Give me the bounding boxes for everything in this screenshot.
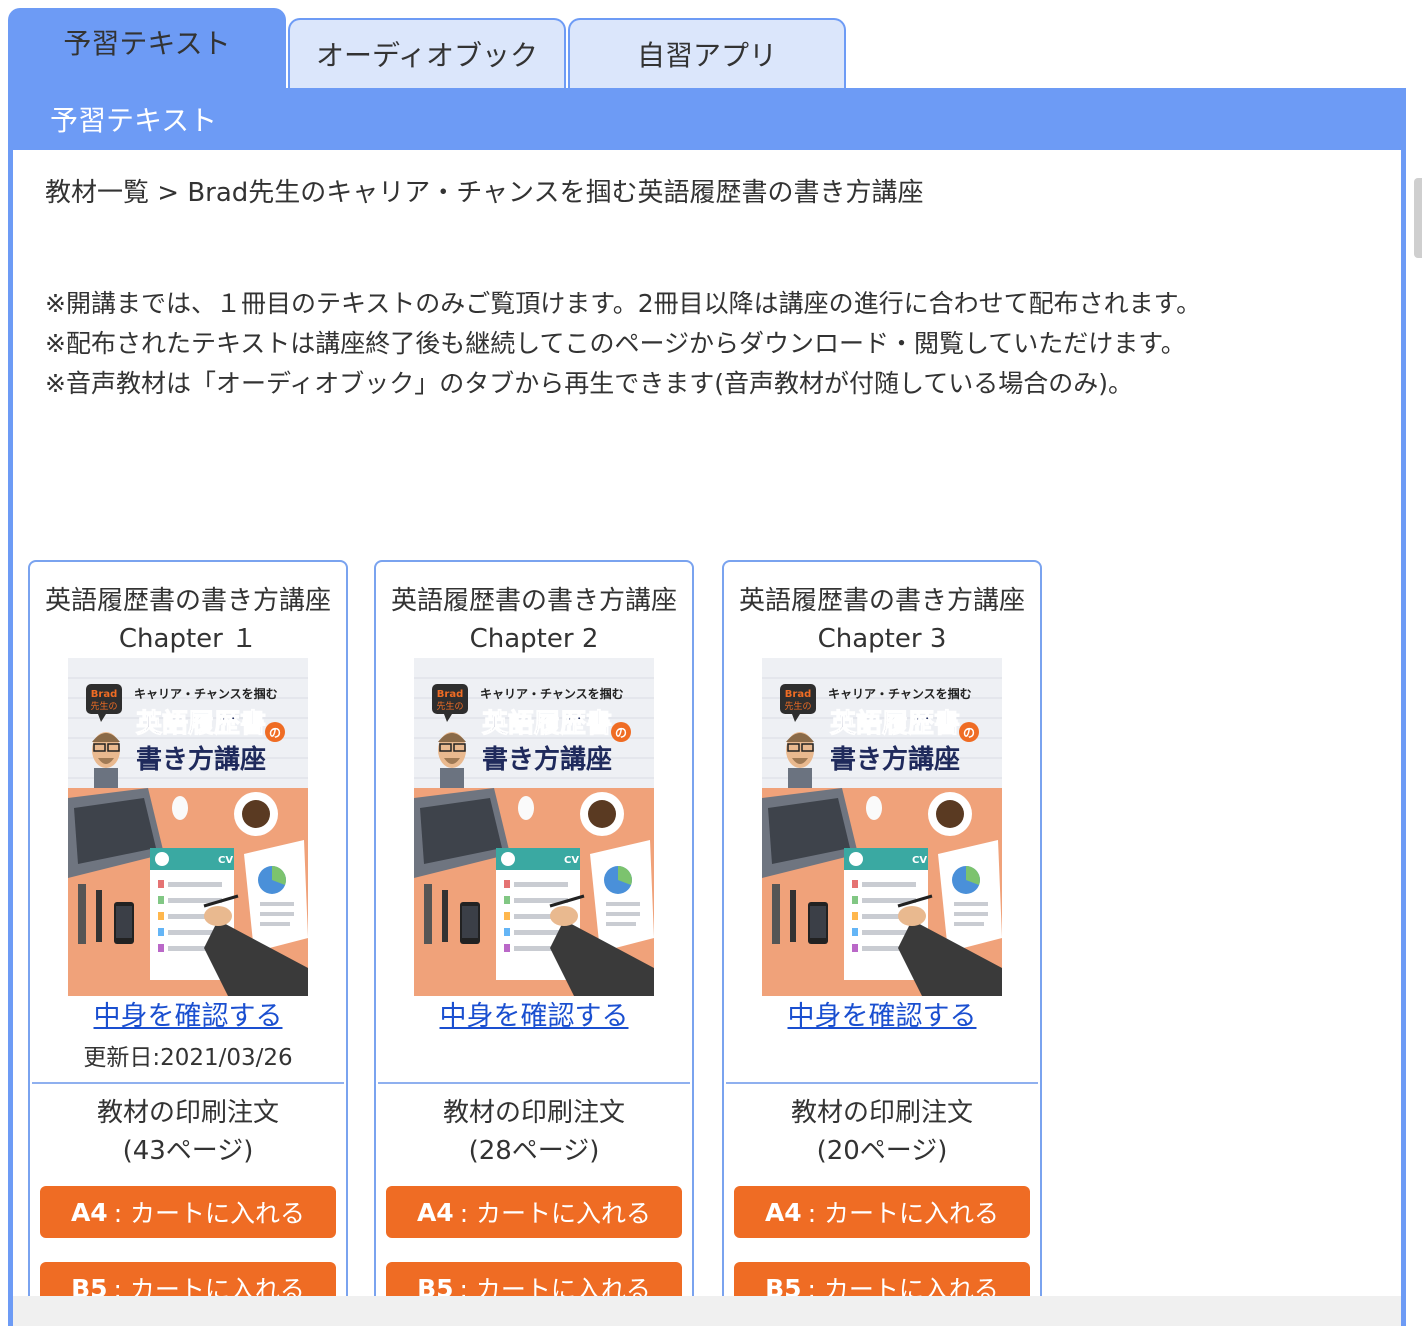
- content-panel: 予習テキスト 教材一覧 > Brad先生のキャリア・チャンスを掴む英語履歴書の書…: [8, 88, 1406, 1326]
- svg-text:の: の: [615, 726, 627, 740]
- card-title: 英語履歴書の書き方講座 Chapter 2: [376, 582, 692, 658]
- svg-text:の: の: [963, 726, 975, 740]
- card-title-line: 英語履歴書の書き方講座: [44, 586, 331, 616]
- scrollbar-thumb[interactable]: [1414, 178, 1422, 258]
- svg-text:の: の: [269, 726, 281, 740]
- tab-audiobook[interactable]: オーディオブック: [288, 18, 566, 88]
- card-chapter: Chapter 3: [817, 624, 947, 654]
- textbook-card: 英語履歴書の書き方講座 Chapter 3 Brad 先生の キャリア・チャンス…: [722, 560, 1042, 1326]
- print-order-section: 教材の印刷注文 (43ページ): [30, 1094, 346, 1170]
- svg-text:書き方講座: 書き方講座: [136, 744, 266, 775]
- svg-text:キャリア・チャンスを掴む: キャリア・チャンスを掴む: [134, 686, 278, 701]
- svg-text:CV: CV: [912, 855, 927, 866]
- print-order-title: 教材の印刷注文: [96, 1098, 279, 1128]
- note-line: ※配布されたテキストは講座終了後も継続してこのページからダウンロード・閲覧してい…: [45, 329, 1186, 358]
- breadcrumb: 教材一覧 > Brad先生のキャリア・チャンスを掴む英語履歴書の書き方講座: [45, 178, 924, 208]
- card-divider: [726, 1082, 1038, 1084]
- svg-text:書き方講座: 書き方講座: [830, 744, 960, 775]
- print-order-section: 教材の印刷注文 (28ページ): [376, 1094, 692, 1170]
- card-divider: [32, 1082, 344, 1084]
- panel-body: 教材一覧 > Brad先生のキャリア・チャンスを掴む英語履歴書の書き方講座 ※開…: [13, 150, 1401, 1326]
- page-count: (28ページ): [468, 1136, 600, 1166]
- card-title-line: 英語履歴書の書き方講座: [390, 586, 677, 616]
- print-order-title: 教材の印刷注文: [790, 1098, 973, 1128]
- svg-text:英語履歴書: 英語履歴書: [482, 708, 612, 739]
- add-to-cart-a4-button[interactable]: A4: カートに入れる: [386, 1186, 682, 1238]
- add-to-cart-label: : カートに入れる: [459, 1199, 652, 1228]
- paper-size-label: A4: [764, 1197, 802, 1227]
- note-line: ※音声教材は「オーディオブック」のタブから再生できます(音声教材が付随している場…: [45, 369, 1133, 398]
- textbook-cover-image[interactable]: Brad 先生の キャリア・チャンスを掴む 英語履歴書 の 書き方講座 CV: [414, 658, 654, 996]
- paper-size-label: A4: [416, 1197, 454, 1227]
- svg-text:キャリア・チャンスを掴む: キャリア・チャンスを掴む: [480, 686, 624, 701]
- card-title: 英語履歴書の書き方講座 Chapter １: [30, 582, 346, 658]
- view-contents-link[interactable]: 中身を確認する: [724, 994, 1040, 1033]
- add-to-cart-a4-button[interactable]: A4: カートに入れる: [40, 1186, 336, 1238]
- svg-text:Brad: Brad: [437, 689, 463, 700]
- page-count: (20ページ): [816, 1136, 948, 1166]
- textbook-card: 英語履歴書の書き方講座 Chapter 2 Brad 先生の キャリア・チャンス…: [374, 560, 694, 1326]
- textbook-cover-image[interactable]: Brad 先生の キャリア・チャンスを掴む 英語履歴書 の 書き方講座 CV: [68, 658, 308, 996]
- tab-self-study-app[interactable]: 自習アプリ: [568, 18, 846, 88]
- svg-text:先生の: 先生の: [784, 700, 811, 712]
- svg-text:Brad: Brad: [91, 689, 117, 700]
- note-line: ※開講までは、１冊目のテキストのみご覧頂けます。2冊目以降は講座の進行に合わせて…: [45, 289, 1202, 318]
- add-to-cart-label: : カートに入れる: [807, 1199, 1000, 1228]
- notes: ※開講までは、１冊目のテキストのみご覧頂けます。2冊目以降は講座の進行に合わせて…: [45, 284, 1201, 404]
- card-chapter: Chapter 2: [469, 624, 599, 654]
- card-chapter: Chapter １: [118, 624, 258, 654]
- svg-text:英語履歴書: 英語履歴書: [136, 708, 266, 739]
- svg-text:CV: CV: [218, 855, 233, 866]
- svg-text:先生の: 先生の: [90, 700, 117, 712]
- textbook-cover-image[interactable]: Brad 先生の キャリア・チャンスを掴む 英語履歴書 の 書き方講座 CV: [762, 658, 1002, 996]
- add-to-cart-label: : カートに入れる: [113, 1199, 306, 1228]
- svg-text:キャリア・チャンスを掴む: キャリア・チャンスを掴む: [828, 686, 972, 701]
- card-divider: [378, 1082, 690, 1084]
- page-count: (43ページ): [122, 1136, 254, 1166]
- print-order-title: 教材の印刷注文: [442, 1098, 625, 1128]
- svg-text:英語履歴書: 英語履歴書: [830, 708, 960, 739]
- svg-text:CV: CV: [564, 855, 579, 866]
- add-to-cart-a4-button[interactable]: A4: カートに入れる: [734, 1186, 1030, 1238]
- footer-strip: [13, 1296, 1401, 1326]
- tab-preview-text[interactable]: 予習テキスト: [8, 8, 286, 90]
- svg-text:先生の: 先生の: [436, 700, 463, 712]
- view-contents-link[interactable]: 中身を確認する: [376, 994, 692, 1033]
- view-contents-link[interactable]: 中身を確認する: [30, 994, 346, 1033]
- svg-text:Brad: Brad: [785, 689, 811, 700]
- paper-size-label: A4: [70, 1197, 108, 1227]
- card-title-line: 英語履歴書の書き方講座: [738, 586, 1025, 616]
- updated-date: 更新日:2021/03/26: [83, 1045, 293, 1071]
- print-order-section: 教材の印刷注文 (20ページ): [724, 1094, 1040, 1170]
- svg-text:書き方講座: 書き方講座: [482, 744, 612, 775]
- tab-bar: 予習テキスト オーディオブック 自習アプリ: [8, 8, 1408, 90]
- panel-header: 予習テキスト: [8, 88, 1406, 150]
- textbook-card: 英語履歴書の書き方講座 Chapter １ Brad 先生の キャリア・チャンス…: [28, 560, 348, 1326]
- card-title: 英語履歴書の書き方講座 Chapter 3: [724, 582, 1040, 658]
